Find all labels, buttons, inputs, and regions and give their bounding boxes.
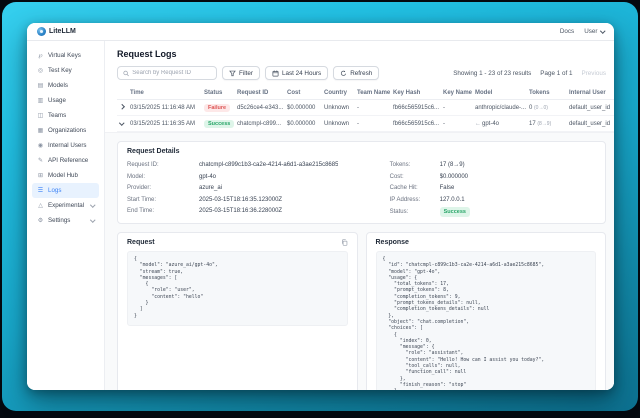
expand-row-button[interactable] xyxy=(117,100,127,116)
search-box[interactable] xyxy=(117,66,217,80)
table-header-row: Time Status Request ID Cost Country Team… xyxy=(117,87,614,100)
test-key-icon: ◎ xyxy=(37,67,44,74)
status-badge: Success xyxy=(204,120,234,128)
search-input[interactable] xyxy=(132,70,211,76)
request-json: { "model": "azure_ai/gpt-4o", "stream": … xyxy=(127,251,348,326)
settings-gear-icon: ⚙ xyxy=(37,217,44,224)
time-range-button[interactable]: Last 24 Hours xyxy=(265,66,328,80)
sidebar-item-model-hub[interactable]: ⊞Model Hub xyxy=(32,168,99,183)
model-hub-icon: ⊞ xyxy=(37,172,44,179)
table-row[interactable]: 03/15/2025 11:16:35 AM Success chatcmpl-… xyxy=(117,116,614,132)
results-count: Showing 1 - 23 of 23 results xyxy=(453,70,531,77)
chevron-down-icon xyxy=(90,202,95,207)
response-panel: Response { "id": "chatcmpl-c899c1b3-ca2e… xyxy=(366,232,607,390)
copy-icon xyxy=(341,239,348,246)
request-details-card: Request Details Request ID:chatcmpl-c899… xyxy=(117,141,606,224)
chevron-down-icon xyxy=(600,28,605,33)
organizations-icon: ▦ xyxy=(37,127,44,134)
toolbar: Filter Last 24 Hours Refresh Showing 1 -… xyxy=(117,66,606,80)
page-title: Request Logs xyxy=(117,49,606,59)
refresh-button[interactable]: Refresh xyxy=(333,66,379,80)
detail-cache-hit: False xyxy=(440,184,455,192)
col-team-name: Team Name xyxy=(354,87,390,100)
collapse-row-button[interactable] xyxy=(117,116,127,132)
sidebar-item-api-reference[interactable]: ✎API Reference xyxy=(32,153,99,168)
detail-model: gpt-4o xyxy=(199,173,216,181)
fallback-arrow-icon: ← xyxy=(475,121,481,127)
response-json: { "id": "chatcmpl-c899c1b3-ca2e-4214-a6d… xyxy=(376,251,597,390)
detail-status-badge: Success xyxy=(440,207,470,217)
col-key-hash: Key Hash xyxy=(390,87,440,100)
logs-icon: ☰ xyxy=(37,187,44,194)
desktop-background: LiteLLM Docs User ℘Virtual Keys ◎Test Ke… xyxy=(0,0,640,418)
request-details-title: Request Details xyxy=(127,148,596,155)
response-panel-title: Response xyxy=(376,239,409,246)
main-content: Request Logs Filter Last 24 Hours xyxy=(105,41,614,390)
sidebar-item-test-key[interactable]: ◎Test Key xyxy=(32,63,99,78)
litellm-app-window: LiteLLM Docs User ℘Virtual Keys ◎Test Ke… xyxy=(27,23,614,390)
teams-icon: ◫ xyxy=(37,112,44,119)
internal-users-icon: ◉ xyxy=(37,142,44,149)
copy-button[interactable] xyxy=(341,239,348,246)
col-cost: Cost xyxy=(284,87,321,100)
col-model: Model xyxy=(472,87,526,100)
filter-button[interactable]: Filter xyxy=(222,66,260,80)
request-panel: Request { "model": "azure_ai/gpt-4o", "s… xyxy=(117,232,358,390)
detail-start-time: 2025-03-15T18:16:35.123000Z xyxy=(199,196,282,204)
sidebar-item-usage[interactable]: ▥Usage xyxy=(32,93,99,108)
page-indicator: Page 1 of 1 xyxy=(540,70,572,77)
user-menu-label: User xyxy=(584,28,597,35)
calendar-icon xyxy=(272,70,279,77)
sidebar-item-teams[interactable]: ◫Teams xyxy=(32,108,99,123)
col-request-id: Request ID xyxy=(234,87,284,100)
status-badge: Failure xyxy=(204,104,230,112)
detail-ip-address: 127.0.0.1 xyxy=(440,196,465,204)
chevron-down-icon xyxy=(90,217,95,222)
sidebar-item-models[interactable]: ▤Models xyxy=(32,78,99,93)
chevron-down-icon xyxy=(119,120,124,125)
detail-request-id: chatcmpl-c899c1b3-ca2e-4214-a6d1-a3ae215… xyxy=(199,161,338,169)
user-menu[interactable]: User xyxy=(584,28,604,35)
col-country: Country xyxy=(321,87,354,100)
experimental-icon: △ xyxy=(37,202,44,209)
api-reference-icon: ✎ xyxy=(37,157,44,164)
brand-name: LiteLLM xyxy=(49,28,76,35)
models-icon: ▤ xyxy=(37,82,44,89)
sidebar-item-experimental[interactable]: △Experimental xyxy=(32,198,99,213)
expanded-row-details: Request Details Request ID:chatcmpl-c899… xyxy=(105,132,614,390)
litellm-logo-icon xyxy=(37,27,46,36)
previous-page-button[interactable]: Previous xyxy=(582,70,607,77)
sidebar-item-virtual-keys[interactable]: ℘Virtual Keys xyxy=(32,48,99,63)
col-tokens: Tokens xyxy=(526,87,566,100)
usage-chart-icon: ▥ xyxy=(37,97,44,104)
refresh-icon xyxy=(340,70,347,77)
detail-end-time: 2025-03-15T18:16:36.228000Z xyxy=(199,207,282,215)
filter-funnel-icon xyxy=(229,70,236,77)
detail-provider: azure_ai xyxy=(199,184,222,192)
detail-cost: $0.000000 xyxy=(440,173,468,181)
brand: LiteLLM xyxy=(37,27,76,36)
table-row[interactable]: 03/15/2025 11:16:48 AM Failure d5c26ce4-… xyxy=(117,100,614,116)
key-icon: ℘ xyxy=(37,52,44,59)
request-logs-table: Time Status Request ID Cost Country Team… xyxy=(117,87,614,132)
sidebar-item-logs[interactable]: ☰Logs xyxy=(32,183,99,198)
docs-link[interactable]: Docs xyxy=(560,28,574,35)
sidebar: ℘Virtual Keys ◎Test Key ▤Models ▥Usage ◫… xyxy=(27,41,105,390)
col-time: Time xyxy=(127,87,201,100)
col-key-name: Key Name xyxy=(440,87,472,100)
request-panel-title: Request xyxy=(127,239,155,246)
chevron-right-icon xyxy=(119,104,124,109)
col-internal-user: Internal User xyxy=(566,87,614,100)
sidebar-item-organizations[interactable]: ▦Organizations xyxy=(32,123,99,138)
search-icon xyxy=(123,70,129,77)
detail-tokens: 17 (8→9) xyxy=(440,161,465,169)
top-bar: LiteLLM Docs User xyxy=(27,23,614,41)
sidebar-item-internal-users[interactable]: ◉Internal Users xyxy=(32,138,99,153)
sidebar-item-settings[interactable]: ⚙Settings xyxy=(32,213,99,228)
col-status: Status xyxy=(201,87,234,100)
